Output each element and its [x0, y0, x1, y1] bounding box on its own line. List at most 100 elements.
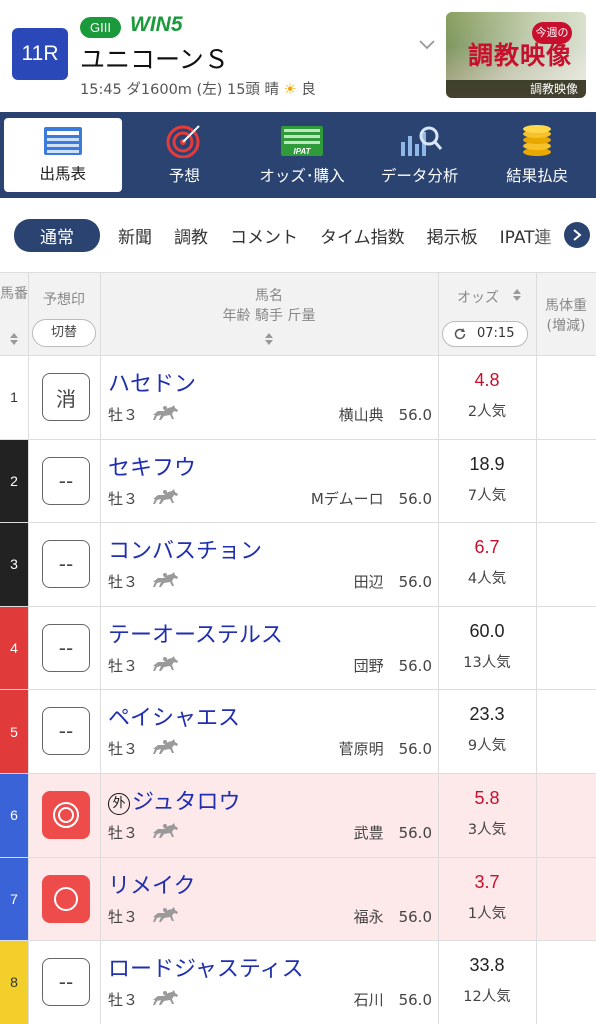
- win-odds: 33.8: [469, 955, 505, 976]
- nav-prediction[interactable]: 予想: [126, 112, 244, 198]
- tab-training[interactable]: 調教: [174, 223, 208, 248]
- prediction-mark-button[interactable]: --: [42, 623, 90, 672]
- prediction-mark-text: 消: [56, 386, 76, 411]
- main-nav: 出馬表 予想 IPAT オッズ･購入 データ分析 結果払戻: [0, 112, 596, 198]
- horse-icon: [150, 486, 184, 508]
- tab-newspaper[interactable]: 新聞: [118, 223, 152, 248]
- prediction-mark-button[interactable]: --: [42, 456, 90, 505]
- win-odds: 3.7: [474, 871, 500, 892]
- nav-entries[interactable]: 出馬表: [4, 118, 122, 192]
- horse-name-link[interactable]: ロードジャスティス: [108, 951, 304, 983]
- odds-update-time: 07:15: [477, 326, 515, 341]
- prediction-mark-button[interactable]: --: [42, 958, 90, 1007]
- circle-mark-icon: [54, 886, 78, 911]
- tab-board[interactable]: 掲示板: [427, 223, 478, 248]
- header-horse-name[interactable]: 馬名: [100, 285, 438, 305]
- carried-weight: 56.0: [398, 656, 432, 675]
- switch-button[interactable]: 切替: [32, 319, 96, 347]
- table-row[interactable]: 3 -- コンバスチョン 牡３ 田辺 56.0 6.7 4人気: [0, 523, 596, 607]
- prediction-mark-text: --: [58, 719, 74, 744]
- jockey-name: 武豊: [353, 823, 384, 842]
- table-row[interactable]: 1 消 ハセドン 牡３ 横山典 56.0 4.8 2人気: [0, 356, 596, 440]
- horse-name-link[interactable]: ハセドン: [108, 366, 196, 398]
- win-odds: 18.9: [469, 453, 505, 474]
- race-start-time: 15:45: [80, 82, 122, 98]
- header-odds[interactable]: オッズ: [438, 287, 518, 307]
- double-circle-mark-icon: [53, 801, 79, 828]
- prediction-mark-text: --: [58, 552, 74, 577]
- table-header: 馬番 予想印 切替 馬名 年齢 騎手 斤量 オッズ 07:15 馬体重 (増減): [0, 272, 596, 356]
- sort-icon[interactable]: [264, 333, 274, 345]
- prediction-mark-button[interactable]: --: [42, 707, 90, 756]
- nav-odds-purchase[interactable]: IPAT オッズ･購入: [243, 112, 361, 198]
- horse-icon: [150, 736, 184, 758]
- popularity-rank: 12人気: [463, 989, 511, 1006]
- jockey-weight: 石川 56.0: [354, 989, 432, 1010]
- frame-number: 2: [0, 439, 28, 523]
- tab-comment[interactable]: コメント: [230, 223, 298, 248]
- win-odds: 5.8: [474, 787, 500, 808]
- jockey-name: 団野: [353, 656, 384, 675]
- frame-number: 5: [0, 690, 28, 773]
- foreign-bred-badge: 外: [108, 792, 130, 815]
- prediction-mark-text: --: [58, 970, 74, 995]
- refresh-icon: [454, 328, 466, 340]
- horse-name-link[interactable]: テーオーステルス: [108, 617, 283, 649]
- frame-number: 1: [0, 356, 28, 439]
- svg-text:IPAT: IPAT: [293, 147, 311, 156]
- prediction-mark-button[interactable]: [42, 874, 90, 923]
- table-row[interactable]: 5 -- ペイシャエス 牡３ 菅原明 56.0 23.3 9人気: [0, 690, 596, 774]
- table-row[interactable]: 6 外ジュタロウ 牡３ 武豊 56.0 5.8 3人気: [0, 773, 596, 858]
- chevron-right-icon[interactable]: [564, 222, 590, 248]
- table-row[interactable]: 2 -- セキフウ 牡３ Mデムーロ 56.0 18.9 7人気: [0, 439, 596, 524]
- tab-normal[interactable]: 通常: [14, 218, 100, 252]
- horse-name: ハセドン: [108, 372, 197, 397]
- header-number[interactable]: 馬番: [0, 285, 28, 304]
- prediction-mark-button[interactable]: [42, 790, 90, 839]
- horse-number: 3: [10, 556, 18, 573]
- prediction-mark-text: --: [58, 635, 74, 660]
- horse-name: テーオーステルス: [108, 622, 283, 648]
- jockey-weight: 横山典 56.0: [339, 404, 432, 425]
- sort-icon[interactable]: [512, 289, 522, 301]
- table-row[interactable]: 4 -- テーオーステルス 牡３ 団野 56.0 60.0 13人気: [0, 606, 596, 691]
- jockey-weight: 武豊 56.0: [354, 822, 432, 843]
- horse-icon: [150, 402, 184, 424]
- prediction-mark-button[interactable]: --: [42, 540, 90, 589]
- horse-name-link[interactable]: セキフウ: [108, 450, 196, 482]
- nav-label: データ分析: [380, 167, 459, 185]
- nav-data-analysis[interactable]: データ分析: [361, 112, 479, 198]
- race-info: 15:45 ダ1600m (左) 15頭 晴 ☀ 良: [80, 78, 316, 99]
- tab-time-index[interactable]: タイム指数: [320, 223, 405, 248]
- carried-weight: 56.0: [398, 573, 432, 592]
- video-label: 調教映像: [446, 80, 586, 98]
- jockey-weight: 福永 56.0: [354, 906, 432, 927]
- horse-icon: [150, 820, 184, 842]
- horse-name-link[interactable]: ペイシャエス: [108, 700, 240, 732]
- race-title[interactable]: ユニコーンＳ: [80, 40, 229, 76]
- popularity-rank: 3人気: [467, 821, 507, 838]
- odds-refresh-button[interactable]: 07:15: [442, 321, 528, 347]
- jockey-weight: Mデムーロ 56.0: [311, 488, 432, 509]
- popularity-rank: 9人気: [467, 738, 507, 755]
- horse-number: 5: [10, 723, 18, 740]
- prediction-mark-button[interactable]: 消: [42, 373, 90, 421]
- entries-table: 馬番 予想印 切替 馬名 年齢 騎手 斤量 オッズ 07:15 馬体重 (増減)…: [0, 272, 596, 1024]
- horse-name-link[interactable]: コンバスチョン: [108, 533, 262, 565]
- sort-icon[interactable]: [9, 333, 19, 345]
- horse-name-link[interactable]: リメイク: [108, 868, 196, 900]
- race-number-badge: 11R: [12, 28, 68, 80]
- chevron-down-icon[interactable]: [418, 36, 436, 54]
- prediction-mark-text: --: [58, 468, 74, 493]
- horse-icon: [150, 653, 184, 675]
- sex-age: 牡３: [108, 740, 139, 759]
- horse-name-link[interactable]: 外ジュタロウ: [108, 784, 240, 816]
- table-row[interactable]: 7 リメイク 牡３ 福永 56.0 3.7 1人気: [0, 857, 596, 942]
- jockey-name: Mデムーロ: [310, 489, 384, 508]
- table-row[interactable]: 8 -- ロードジャスティス 牡３ 石川 56.0 33.8 12人気: [0, 941, 596, 1024]
- horse-number: 6: [10, 807, 18, 824]
- training-video-thumbnail[interactable]: 今週の 調教映像 調教映像: [446, 12, 586, 98]
- nav-results-payout[interactable]: 結果払戻: [478, 112, 596, 198]
- sex-age: 牡３: [108, 489, 139, 508]
- nav-label: オッズ･購入: [259, 167, 345, 185]
